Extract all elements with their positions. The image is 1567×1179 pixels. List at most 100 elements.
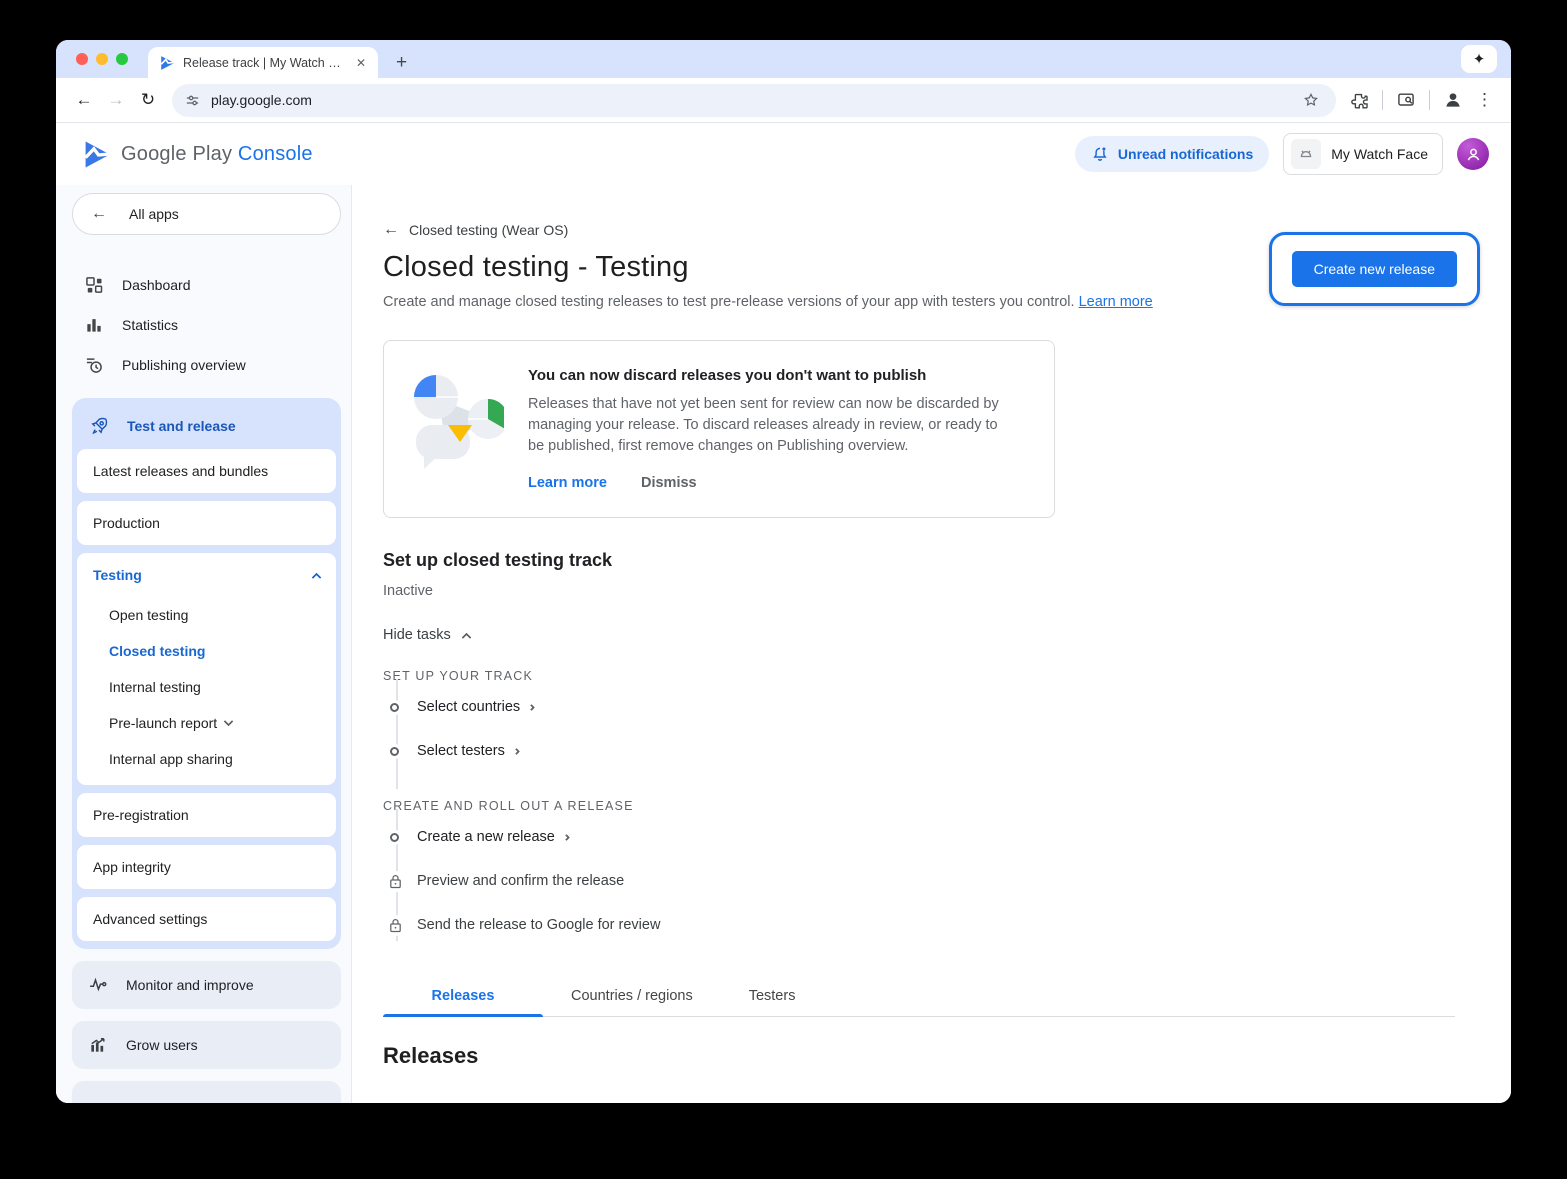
lock-icon [388, 915, 403, 936]
account-avatar[interactable] [1457, 138, 1489, 170]
task-select-countries[interactable]: Select countries [383, 685, 1455, 729]
sidebar-item-publishing-overview[interactable]: Publishing overview [72, 345, 341, 385]
sidebar-item-partial[interactable] [72, 1081, 341, 1103]
app-header: Google Play Console Unread notifications… [56, 123, 1511, 185]
notice-title: You can now discard releases you don't w… [528, 367, 1008, 384]
notice-dismiss-button[interactable]: Dismiss [641, 475, 697, 491]
task-todo-circle-icon [390, 833, 399, 842]
task-send-release-for-review: Send the release to Google for review [383, 903, 1455, 947]
sidebar-item-monitor-and-improve[interactable]: Monitor and improve [72, 961, 341, 1009]
task-list-setup: Select countries Select testers [383, 685, 1455, 773]
tab-testers[interactable]: Testers [721, 975, 824, 1016]
tab-close-icon[interactable]: ✕ [352, 55, 370, 71]
sidebar-item-dashboard[interactable]: Dashboard [72, 265, 341, 305]
new-tab-button[interactable]: + [390, 53, 413, 73]
extensions-puzzle-icon[interactable] [1346, 87, 1372, 113]
reload-icon[interactable]: ↻ [134, 86, 162, 114]
notice-artwork [408, 367, 504, 491]
breadcrumb-back-icon[interactable]: ← [383, 221, 399, 239]
side-panel-search-icon[interactable] [1393, 87, 1419, 113]
task-group-label: CREATE AND ROLL OUT A RELEASE [383, 799, 1455, 813]
notice-learn-more-link[interactable]: Learn more [528, 475, 607, 491]
chevron-down-icon [224, 717, 234, 727]
unread-notifications-button[interactable]: Unread notifications [1075, 136, 1269, 172]
sidebar-item-internal-app-sharing[interactable]: Internal app sharing [77, 741, 336, 777]
sidebar-item-open-testing[interactable]: Open testing [77, 597, 336, 633]
sparkle-icon[interactable]: ✦ [1461, 45, 1497, 73]
discard-releases-notice: You can now discard releases you don't w… [383, 340, 1055, 518]
app-switcher-button[interactable]: My Watch Face [1283, 133, 1443, 175]
all-apps-button[interactable]: ← All apps [72, 193, 341, 235]
browser-toolbar: ← → ↻ play.google.com ⋮ [56, 78, 1511, 123]
avatar-person-icon [1464, 145, 1483, 164]
partial-item-icon [88, 1095, 108, 1103]
chevron-up-icon [461, 632, 471, 642]
sidebar-item-internal-testing[interactable]: Internal testing [77, 669, 336, 705]
sidebar-item-pre-launch-report[interactable]: Pre-launch report [77, 705, 336, 741]
dashboard-icon [84, 275, 104, 295]
forward-icon[interactable]: → [102, 86, 130, 114]
hide-tasks-toggle[interactable]: Hide tasks [383, 627, 470, 643]
browser-profile-icon[interactable] [1440, 87, 1466, 113]
tab-countries-regions[interactable]: Countries / regions [543, 975, 721, 1016]
tab-favicon-play-icon [160, 55, 175, 71]
sidebar-item-testing[interactable]: Testing [77, 553, 336, 597]
sidebar-item-grow-users[interactable]: Grow users [72, 1021, 341, 1069]
bookmark-star-icon[interactable] [1298, 87, 1324, 113]
chevron-right-icon [563, 833, 570, 840]
track-tabs: Releases Countries / regions Testers [383, 975, 1455, 1017]
notification-bell-icon [1091, 145, 1109, 163]
back-icon[interactable]: ← [70, 86, 98, 114]
url-text[interactable]: play.google.com [211, 92, 1288, 108]
task-select-testers[interactable]: Select testers [383, 729, 1455, 773]
grow-users-icon [88, 1035, 108, 1055]
create-new-release-button[interactable]: Create new release [1292, 251, 1457, 287]
task-preview-confirm-release: Preview and confirm the release [383, 859, 1455, 903]
tab-strip: Release track | My Watch Fac ✕ + ✦ [56, 40, 1511, 78]
task-group-label: SET UP YOUR TRACK [383, 669, 1455, 683]
play-console-logo[interactable]: Google Play Console [84, 140, 313, 169]
task-list-release: Create a new release Preview and confirm… [383, 815, 1455, 947]
chevron-right-icon [513, 747, 520, 754]
toolbar-divider [1429, 90, 1430, 110]
browser-window: Release track | My Watch Fac ✕ + ✦ ← → ↻… [56, 40, 1511, 1103]
minimize-window-button[interactable] [96, 53, 108, 65]
track-heading: Set up closed testing track [383, 550, 1455, 571]
sidebar-card-latest-releases[interactable]: Latest releases and bundles [77, 449, 336, 493]
sidebar-card-app-integrity[interactable]: App integrity [77, 845, 336, 889]
sidebar-item-test-and-release[interactable]: Test and release [77, 403, 336, 449]
test-and-release-group: Test and release Latest releases and bun… [72, 398, 341, 949]
highlight-annotation: Create new release [1269, 232, 1480, 306]
app-name: My Watch Face [1331, 146, 1428, 162]
releases-section-heading: Releases [383, 1043, 1455, 1069]
chevron-up-icon [312, 572, 322, 582]
window-controls [76, 53, 128, 65]
sidebar-item-closed-testing[interactable]: Closed testing [77, 633, 336, 669]
brand-text: Google Play Console [121, 143, 313, 166]
learn-more-link[interactable]: Learn more [1079, 294, 1153, 310]
back-arrow-icon: ← [91, 205, 107, 223]
monitor-pulse-icon [88, 975, 108, 995]
task-create-new-release[interactable]: Create a new release [383, 815, 1455, 859]
tab-releases[interactable]: Releases [383, 975, 543, 1016]
publishing-overview-icon [84, 355, 104, 375]
sidebar-card-pre-registration[interactable]: Pre-registration [77, 793, 336, 837]
sidebar-item-statistics[interactable]: Statistics [72, 305, 341, 345]
rocket-icon [89, 416, 109, 436]
sidebar-card-production[interactable]: Production [77, 501, 336, 545]
sidebar-card-advanced-settings[interactable]: Advanced settings [77, 897, 336, 941]
task-todo-circle-icon [390, 703, 399, 712]
fullscreen-window-button[interactable] [116, 53, 128, 65]
tab-title: Release track | My Watch Fac [183, 56, 344, 70]
track-status: Inactive [383, 583, 1455, 599]
browser-menu-icon[interactable]: ⋮ [1470, 90, 1499, 110]
close-window-button[interactable] [76, 53, 88, 65]
browser-tab[interactable]: Release track | My Watch Fac ✕ [148, 47, 378, 78]
sidebar: ← All apps Dashboard Statistics Publis [56, 185, 352, 1103]
statistics-icon [84, 315, 104, 335]
address-bar[interactable]: play.google.com [172, 84, 1336, 117]
main-content: Create new release ← Closed testing (Wea… [352, 185, 1511, 1103]
site-settings-tune-icon[interactable] [184, 92, 201, 109]
lock-icon [388, 871, 403, 892]
wear-os-app-icon [1291, 139, 1321, 169]
